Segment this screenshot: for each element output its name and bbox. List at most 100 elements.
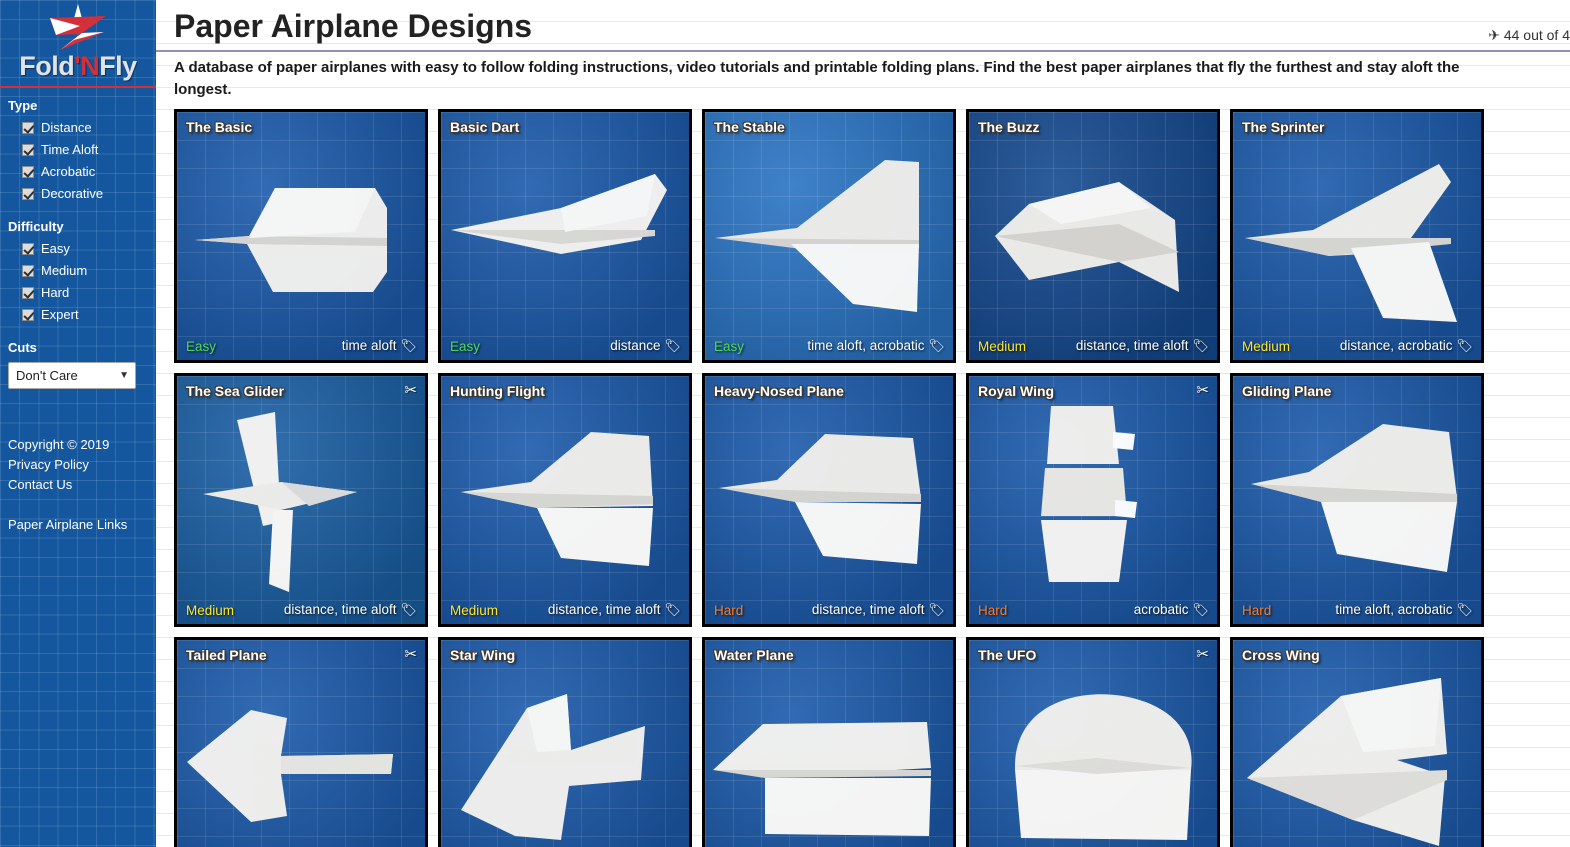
filter-label-decorative: Decorative bbox=[41, 186, 104, 202]
card-tags-label: distance, time aloft bbox=[1075, 338, 1189, 353]
filter-hard[interactable]: Hard bbox=[0, 282, 156, 304]
card-title: Hunting Flight bbox=[450, 383, 545, 399]
checkbox-acrobatic[interactable] bbox=[22, 166, 34, 179]
paper-airplane-photo bbox=[1233, 112, 1481, 360]
scissors-icon: ✂ bbox=[1196, 646, 1209, 663]
checkbox-expert[interactable] bbox=[22, 309, 34, 322]
card-title: The UFO bbox=[978, 647, 1037, 663]
link-copyright[interactable]: Copyright © 2019 bbox=[8, 435, 156, 455]
checkbox-time-aloft[interactable] bbox=[22, 144, 34, 157]
airplane-card[interactable]: The Sea Glider ✂ Medium distance, time alof… bbox=[174, 373, 428, 627]
paper-airplane-photo bbox=[177, 376, 425, 624]
filter-medium[interactable]: Medium bbox=[0, 260, 156, 282]
card-title: The Sprinter bbox=[1242, 119, 1325, 135]
airplane-card[interactable]: Royal Wing ✂ Hard acrobatic 🏷 bbox=[966, 373, 1220, 627]
airplane-card[interactable]: The Sprinter Medium distance, acrobatic 🏷 bbox=[1230, 109, 1484, 363]
results-counter: ✈ 44 out of 4 bbox=[1488, 27, 1570, 43]
airplane-card[interactable]: Heavy-Nosed Plane Hard distance, time alof… bbox=[702, 373, 956, 627]
card-difficulty-badge: Hard bbox=[978, 603, 1008, 618]
card-difficulty-badge: Medium bbox=[1242, 339, 1291, 354]
card-tags-label: distance, time aloft bbox=[547, 602, 661, 617]
card-title: The Stable bbox=[714, 119, 785, 135]
card-title: Basic Dart bbox=[450, 119, 520, 135]
airplane-card[interactable]: Water Plane bbox=[702, 637, 956, 847]
airplane-card[interactable]: Hunting Flight Medium distance, time aloft… bbox=[438, 373, 692, 627]
card-title: The Sea Glider bbox=[186, 383, 285, 399]
card-title: The Basic bbox=[186, 119, 253, 135]
filter-acrobatic[interactable]: Acrobatic bbox=[0, 161, 156, 183]
airplane-card[interactable]: Gliding Plane Hard time aloft, acrobatic 🏷 bbox=[1230, 373, 1484, 627]
airplane-card[interactable]: Tailed Plane ✂ bbox=[174, 637, 428, 847]
airplane-card[interactable]: Star Wing bbox=[438, 637, 692, 847]
type-filter-title: Type bbox=[8, 98, 38, 114]
paper-airplane-photo bbox=[969, 640, 1217, 847]
airplane-card[interactable]: Cross Wing bbox=[1230, 637, 1484, 847]
link-privacy-policy[interactable]: Privacy Policy bbox=[8, 455, 156, 475]
airplane-card[interactable]: The UFO ✂ bbox=[966, 637, 1220, 847]
card-title: Heavy-Nosed Plane bbox=[714, 383, 844, 399]
logo[interactable]: Fold'NFly bbox=[0, 0, 156, 89]
paper-airplane-photo bbox=[177, 640, 425, 847]
card-tags: distance, time aloft 🏷 bbox=[1076, 338, 1209, 354]
page-description: A database of paper airplanes with easy … bbox=[174, 59, 1460, 98]
airplane-card[interactable]: The Buzz Medium distance, time aloft 🏷 bbox=[966, 109, 1220, 363]
card-title: Cross Wing bbox=[1242, 647, 1320, 663]
card-difficulty-badge: Easy bbox=[186, 339, 217, 354]
filter-easy[interactable]: Easy bbox=[0, 238, 156, 260]
card-difficulty-badge: Medium bbox=[978, 339, 1027, 354]
filter-label-expert: Expert bbox=[41, 307, 79, 323]
filter-label-easy: Easy bbox=[41, 241, 70, 257]
main-content: Paper Airplane Designs ✈ 44 out of 4 A d… bbox=[156, 0, 1570, 847]
link-paper-airplane-links[interactable]: Paper Airplane Links bbox=[8, 515, 156, 535]
checkbox-distance[interactable] bbox=[22, 122, 34, 135]
card-tags-label: time aloft, acrobatic bbox=[807, 338, 925, 353]
scissors-icon: ✂ bbox=[1196, 382, 1209, 399]
card-tags-label: time aloft, acrobatic bbox=[1335, 602, 1453, 617]
card-title: Tailed Plane bbox=[186, 647, 267, 663]
card-tags: time aloft, acrobatic 🏷 bbox=[807, 338, 945, 354]
card-tags: distance, time aloft 🏷 bbox=[812, 602, 945, 618]
tag-icon: 🏷 bbox=[400, 602, 417, 617]
filter-decorative[interactable]: Decorative bbox=[0, 183, 156, 205]
card-difficulty-badge: Medium bbox=[186, 603, 235, 618]
star-logo-icon bbox=[50, 4, 106, 50]
checkbox-decorative[interactable] bbox=[22, 188, 34, 201]
checkbox-easy[interactable] bbox=[22, 243, 34, 256]
link-contact-us[interactable]: Contact Us bbox=[8, 475, 156, 495]
filter-distance[interactable]: Distance bbox=[0, 117, 156, 139]
card-tags: distance 🏷 bbox=[610, 338, 681, 354]
card-title: Royal Wing bbox=[978, 383, 1055, 399]
filter-label-medium: Medium bbox=[41, 263, 88, 279]
cuts-filter-title: Cuts bbox=[8, 340, 37, 356]
difficulty-filter-group: Difficulty Easy Medium Hard Expert bbox=[0, 219, 156, 326]
airplane-card[interactable]: Basic Dart Easy distance 🏷 bbox=[438, 109, 692, 363]
cuts-select[interactable]: Don't Care ▼ bbox=[8, 362, 136, 390]
filter-label-time-aloft: Time Aloft bbox=[41, 142, 99, 158]
checkbox-medium[interactable] bbox=[22, 265, 34, 278]
card-difficulty-badge: Hard bbox=[1242, 603, 1272, 618]
tag-icon: 🏷 bbox=[1192, 338, 1209, 353]
page-title: Paper Airplane Designs bbox=[174, 8, 533, 44]
filter-time-aloft[interactable]: Time Aloft bbox=[0, 139, 156, 161]
card-tags-label: distance bbox=[610, 338, 661, 353]
card-tags: distance, time aloft 🏷 bbox=[548, 602, 681, 618]
card-tags-label: acrobatic bbox=[1133, 602, 1189, 617]
paper-airplane-photo bbox=[705, 640, 953, 847]
airplane-card[interactable]: The Stable Easy time aloft, acrobatic 🏷 bbox=[702, 109, 956, 363]
filter-label-acrobatic: Acrobatic bbox=[41, 164, 96, 180]
paper-airplane-photo bbox=[969, 112, 1217, 360]
filter-expert[interactable]: Expert bbox=[0, 304, 156, 326]
tag-icon: 🏷 bbox=[664, 338, 681, 353]
checkbox-hard[interactable] bbox=[22, 287, 34, 300]
card-tags-label: distance, acrobatic bbox=[1339, 338, 1453, 353]
airplane-card[interactable]: The Basic Easy time aloft 🏷 bbox=[174, 109, 428, 363]
paper-airplane-photo bbox=[441, 376, 689, 624]
card-tags-label: distance, time aloft bbox=[283, 602, 397, 617]
card-difficulty-badge: Hard bbox=[714, 603, 744, 618]
card-title: Gliding Plane bbox=[1242, 383, 1332, 399]
sidebar-links: Copyright © 2019 Privacy Policy Contact … bbox=[0, 435, 156, 535]
cuts-select-value: Don't Care bbox=[16, 368, 78, 384]
scissors-icon: ✂ bbox=[404, 382, 417, 399]
tag-icon: 🏷 bbox=[664, 602, 681, 617]
logo-wordmark: Fold'NFly bbox=[0, 52, 156, 80]
